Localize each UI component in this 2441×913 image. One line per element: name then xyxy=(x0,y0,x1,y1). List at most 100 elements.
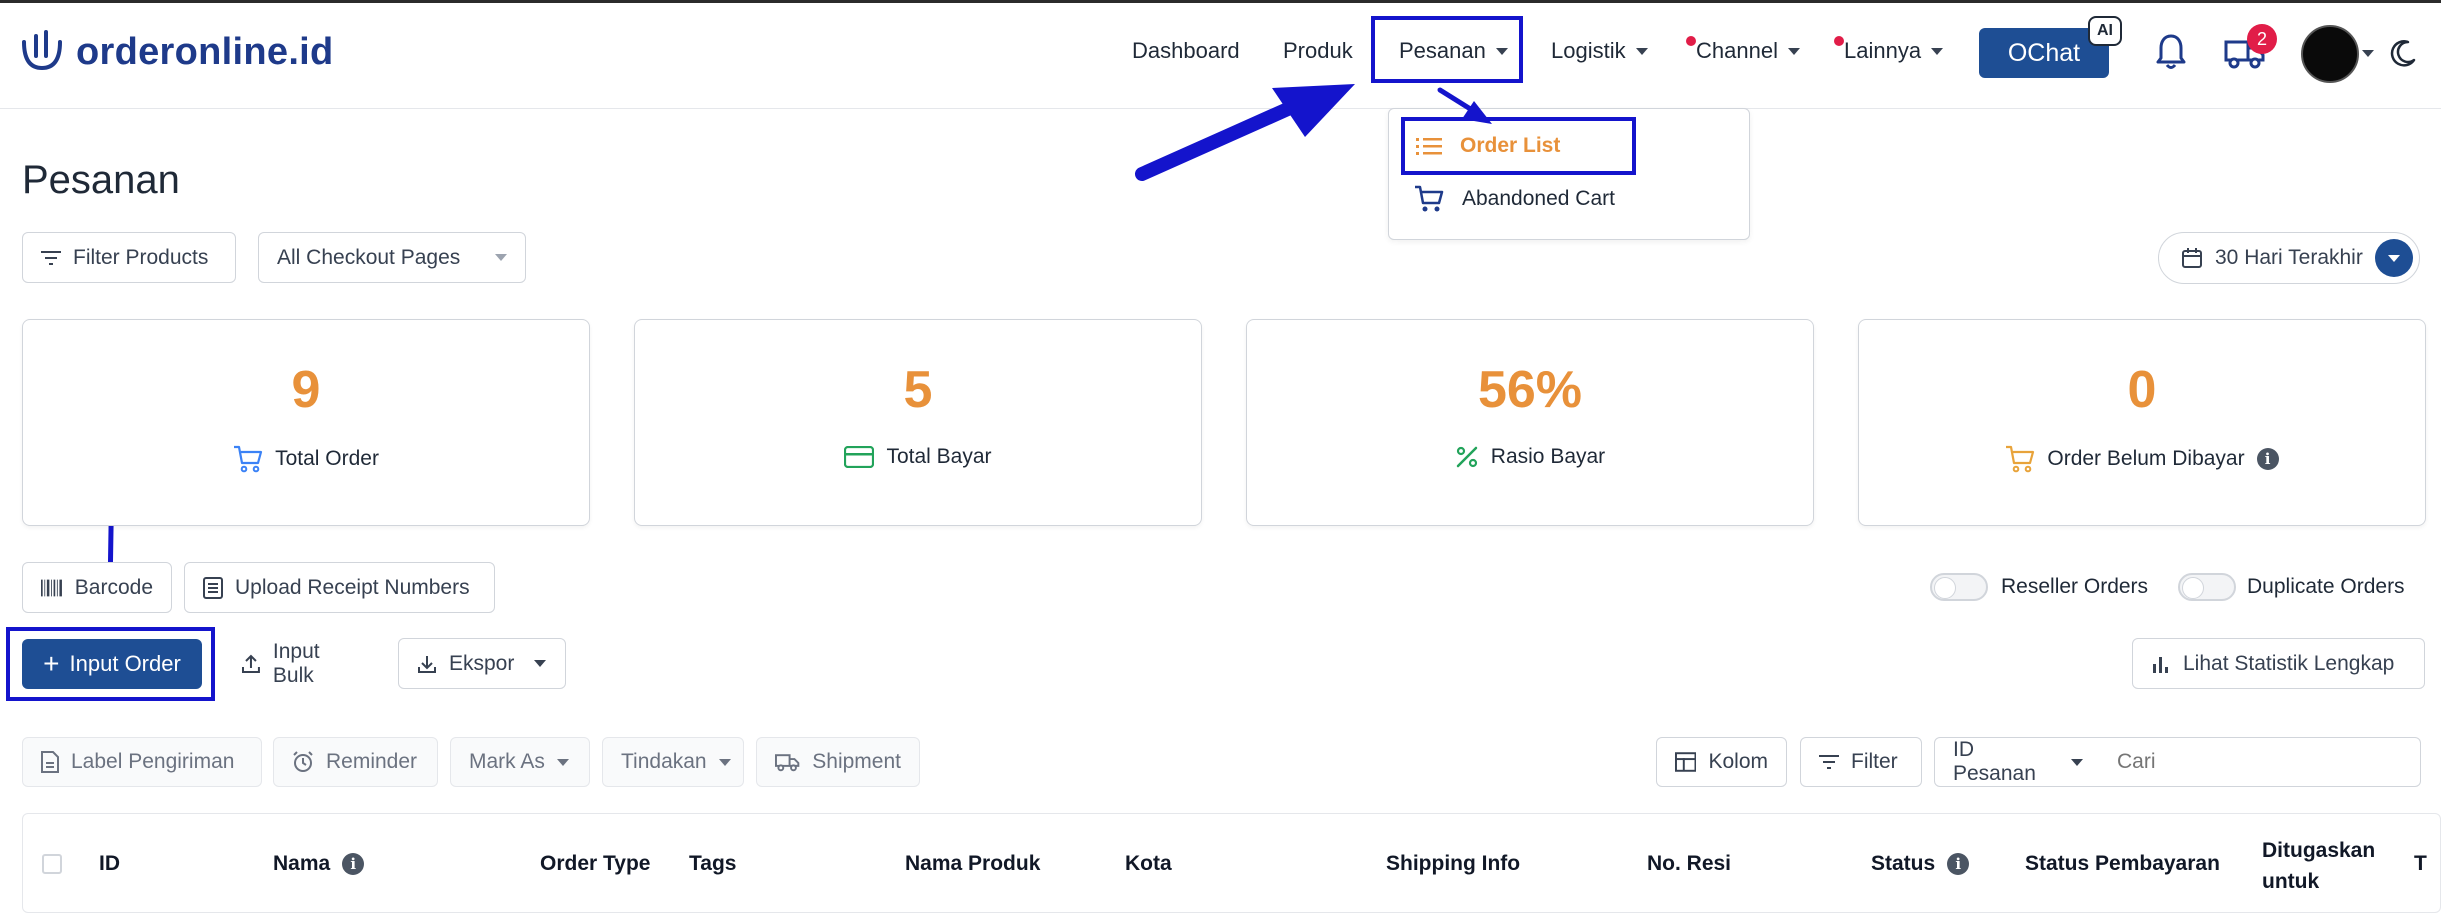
search-input[interactable] xyxy=(2101,737,2421,787)
cart-icon xyxy=(1415,185,1444,212)
stat-value: 9 xyxy=(291,361,321,419)
stat-label: Total Order xyxy=(275,447,379,470)
column-header-id[interactable]: ID xyxy=(99,852,120,876)
notification-dot xyxy=(1686,36,1696,46)
tindakan-label: Tindakan xyxy=(621,750,707,773)
alarm-clock-icon xyxy=(293,751,313,772)
filter-icon xyxy=(1819,755,1839,769)
stat-card-total-bayar: 5 Total Bayar xyxy=(634,319,1202,526)
input-bulk-button[interactable]: Input Bulk xyxy=(222,638,385,689)
label-pengiriman-button[interactable]: Label Pengiriman xyxy=(22,737,262,787)
chevron-down-icon xyxy=(2388,254,2400,262)
column-header-shipping-info[interactable]: Shipping Info xyxy=(1386,852,1520,876)
select-all-checkbox[interactable] xyxy=(42,854,62,874)
stat-card-total-order: 9 Total Order xyxy=(22,319,590,526)
dropdown-abandoned-cart[interactable]: Abandoned Cart xyxy=(1414,185,1615,213)
mark-as-label: Mark As xyxy=(469,750,545,773)
info-icon[interactable]: i xyxy=(342,853,365,875)
date-range-label: 30 Hari Terakhir xyxy=(2215,246,2363,269)
chevron-down-icon[interactable] xyxy=(2362,50,2374,57)
column-header-kota[interactable]: Kota xyxy=(1125,852,1172,876)
nav-logistik[interactable]: Logistik xyxy=(1551,38,1648,64)
reminder-button[interactable]: Reminder xyxy=(273,737,438,787)
nav-produk-label: Produk xyxy=(1283,38,1353,63)
dropdown-abandoned-cart-label: Abandoned Cart xyxy=(1462,187,1615,210)
nav-pesanan[interactable]: Pesanan xyxy=(1399,38,1508,64)
brand-logo[interactable]: orderonline.id xyxy=(20,28,334,76)
toggle-switch[interactable] xyxy=(1930,573,1988,601)
credit-card-icon xyxy=(844,446,875,468)
column-header-order-type[interactable]: Order Type xyxy=(540,852,650,876)
barcode-icon xyxy=(41,579,62,596)
reminder-label: Reminder xyxy=(326,750,418,773)
column-header-nama-produk[interactable]: Nama Produk xyxy=(905,852,1040,876)
upload-receipt-label: Upload Receipt Numbers xyxy=(235,575,470,599)
lihat-statistik-label: Lihat Statistik Lengkap xyxy=(2183,651,2395,675)
stat-label: Rasio Bayar xyxy=(1490,445,1606,468)
lihat-statistik-button[interactable]: Lihat Statistik Lengkap xyxy=(2132,638,2425,689)
moon-icon[interactable] xyxy=(2388,38,2418,68)
duplicate-orders-label: Duplicate Orders xyxy=(2247,575,2405,598)
chevron-down-icon xyxy=(718,758,731,766)
avatar[interactable] xyxy=(2301,25,2359,83)
chevron-down-icon xyxy=(2071,758,2083,766)
column-header-status-pembayaran[interactable]: Status Pembayaran xyxy=(2025,852,2220,876)
column-header-no-resi[interactable]: No. Resi xyxy=(1647,852,1731,876)
checkout-pages-select[interactable]: All Checkout Pages xyxy=(258,232,526,283)
stat-card-rasio-bayar: 56% Rasio Bayar xyxy=(1246,319,1814,526)
upload-receipt-numbers-button[interactable]: Upload Receipt Numbers xyxy=(184,562,495,613)
column-header-tags[interactable]: Tags xyxy=(689,852,736,876)
bar-chart-icon xyxy=(2153,656,2168,673)
shipment-label: Shipment xyxy=(812,750,901,773)
stat-value: 5 xyxy=(903,361,933,419)
stat-value: 56% xyxy=(1477,361,1583,419)
cart-icon xyxy=(234,445,263,473)
filter-button[interactable]: Filter xyxy=(1800,737,1922,787)
nav-logistik-label: Logistik xyxy=(1551,38,1626,63)
logo-icon xyxy=(22,30,62,71)
dropdown-order-list-label: Order List xyxy=(1460,134,1561,157)
input-order-button[interactable]: + Input Order xyxy=(22,639,202,689)
chevron-down-icon xyxy=(495,254,507,261)
chevron-down-icon xyxy=(1931,47,1944,55)
shipment-button[interactable]: Shipment xyxy=(756,737,920,787)
column-header-status[interactable]: Status i xyxy=(1871,852,1970,876)
tindakan-dropdown[interactable]: Tindakan xyxy=(602,737,744,787)
date-range-picker[interactable]: 30 Hari Terakhir xyxy=(2158,232,2420,284)
search-field-select[interactable]: ID Pesanan xyxy=(1934,737,2102,787)
nav-dashboard[interactable]: Dashboard xyxy=(1132,38,1240,64)
kolom-button[interactable]: Kolom xyxy=(1656,737,1787,787)
cart-count-label: 2 xyxy=(2256,28,2267,49)
chevron-down-icon xyxy=(1635,47,1648,55)
document-icon xyxy=(41,751,59,773)
stat-label-row: Total Bayar xyxy=(635,445,1201,469)
mark-as-dropdown[interactable]: Mark As xyxy=(450,737,590,787)
chevron-down-icon xyxy=(556,758,569,766)
document-list-icon xyxy=(203,576,223,599)
column-header-nama[interactable]: Nama i xyxy=(273,852,365,876)
info-icon[interactable]: i xyxy=(2256,448,2279,470)
barcode-label: Barcode xyxy=(74,575,153,599)
notification-dot xyxy=(1834,36,1844,46)
reseller-orders-label: Reseller Orders xyxy=(2001,575,2149,598)
reseller-orders-toggle[interactable] xyxy=(1930,573,1988,601)
nav-lainnya[interactable]: Lainnya xyxy=(1834,36,1944,64)
cart-icon xyxy=(2006,445,2035,473)
ekspor-dropdown-button[interactable]: Ekspor xyxy=(398,638,566,689)
toggle-switch[interactable] xyxy=(2178,573,2236,601)
barcode-button[interactable]: Barcode xyxy=(22,562,172,613)
ochat-label: OChat xyxy=(2007,38,2081,67)
date-range-dropdown-toggle[interactable] xyxy=(2375,239,2413,277)
filter-products-button[interactable]: Filter Products xyxy=(22,232,236,283)
column-header-label: Nama xyxy=(273,852,331,875)
duplicate-orders-toggle[interactable] xyxy=(2178,573,2236,601)
bell-icon[interactable] xyxy=(2155,32,2187,72)
column-header-truncated[interactable]: T xyxy=(2414,852,2427,876)
nav-produk[interactable]: Produk xyxy=(1283,38,1353,64)
info-icon[interactable]: i xyxy=(1947,853,1970,875)
truck-icon xyxy=(775,754,800,772)
search-field-label: ID Pesanan xyxy=(1953,738,2036,785)
dropdown-order-list[interactable]: Order List xyxy=(1416,134,1560,158)
column-header-ditugaskan-untuk[interactable]: Ditugaskan untuk xyxy=(2262,835,2392,897)
nav-channel[interactable]: Channel xyxy=(1686,36,1800,64)
